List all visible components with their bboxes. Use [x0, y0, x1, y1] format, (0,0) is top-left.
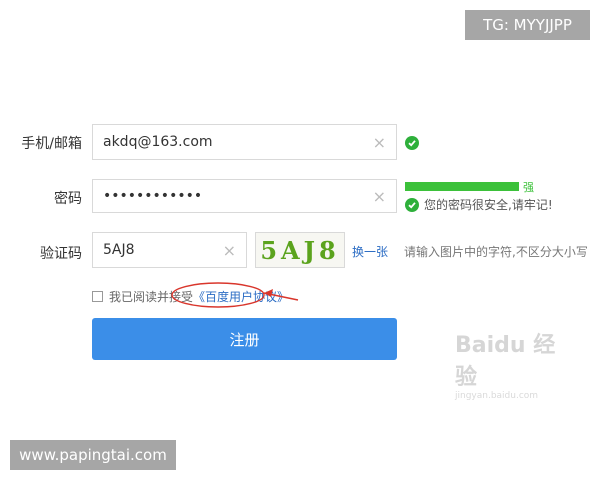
captcha-value: 5AJ8: [103, 242, 135, 258]
baidu-watermark: Baidu 经验 jingyan.baidu.com: [455, 327, 575, 401]
password-strength-bar: [405, 182, 519, 191]
watermark-tg: TG: MYYJJPP: [465, 10, 590, 40]
checkmark-circle-icon: [405, 197, 419, 212]
baidu-logo-text: Baidu 经验: [455, 333, 556, 390]
password-value: ••••••••••••: [103, 188, 203, 204]
email-label: 手机/邮箱: [21, 136, 82, 152]
register-button[interactable]: 注册: [92, 318, 397, 360]
captcha-field[interactable]: 5AJ8 ×: [92, 232, 247, 268]
password-message: 您的密码很安全,请牢记!: [405, 196, 553, 213]
email-field[interactable]: akdq@163.com ×: [92, 124, 397, 160]
clear-icon[interactable]: ×: [223, 233, 236, 267]
password-strength-label: 强: [523, 181, 534, 194]
watermark-site: www.papingtai.com: [10, 440, 176, 470]
password-message-text: 您的密码很安全,请牢记!: [424, 198, 553, 212]
annotation-ellipse: [171, 282, 299, 308]
clear-icon[interactable]: ×: [373, 180, 386, 212]
baidu-url-text: jingyan.baidu.com: [455, 391, 539, 401]
captcha-hint: 请输入图片中的字符,不区分大小写: [404, 245, 588, 259]
clear-icon[interactable]: ×: [373, 125, 386, 159]
agreement-checkbox[interactable]: [92, 291, 103, 302]
password-label: 密码: [54, 191, 82, 207]
captcha-image[interactable]: 5AJ8: [255, 232, 345, 268]
captcha-label: 验证码: [40, 246, 82, 262]
email-value: akdq@163.com: [103, 134, 213, 150]
refresh-captcha-link[interactable]: 换一张: [352, 243, 388, 260]
checkmark-circle-icon: [405, 136, 419, 150]
password-field[interactable]: •••••••••••• ×: [92, 179, 397, 213]
